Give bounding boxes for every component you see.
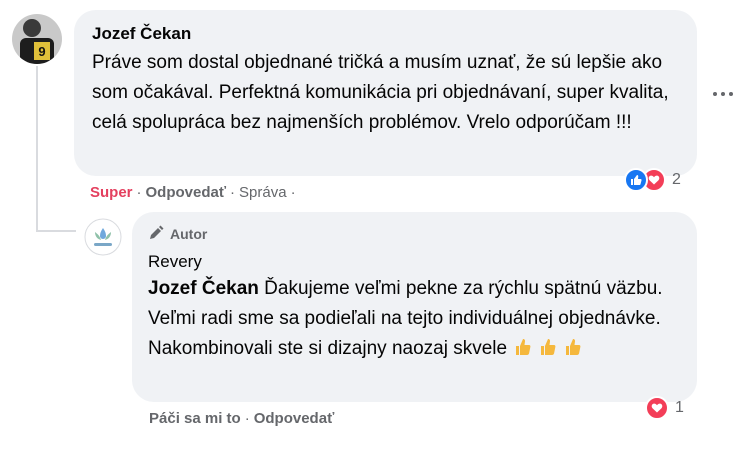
love-icon xyxy=(645,396,669,420)
comment-reactions[interactable]: 2 xyxy=(624,166,681,194)
mention-link[interactable]: Jozef Čekan xyxy=(148,278,259,299)
reply-bubble: Autor Revery Jozef Čekan Ďakujeme veľmi … xyxy=(132,212,697,402)
more-options-icon[interactable] xyxy=(713,84,737,104)
author-badge-label: Autor xyxy=(170,226,208,242)
reply-button[interactable]: Odpovedať xyxy=(254,410,335,427)
thumbs-up-icon xyxy=(537,337,557,357)
avatar-commenter[interactable]: 9 xyxy=(12,14,62,64)
reply-reactions[interactable]: 1 xyxy=(645,394,684,422)
comment-actions: Super · Odpovedať · Správa · xyxy=(90,184,300,201)
super-reaction-button[interactable]: Super xyxy=(90,184,133,201)
reaction-count: 1 xyxy=(675,399,684,416)
thumbs-up-icon xyxy=(512,337,532,357)
message-button[interactable]: Správa xyxy=(239,184,287,201)
thread-connector xyxy=(36,230,76,232)
like-button[interactable]: Páči sa mi to xyxy=(149,410,241,427)
comment-bubble: Jozef Čekan Práve som dostal objednané t… xyxy=(74,10,697,176)
separator: · xyxy=(244,410,250,427)
like-icon xyxy=(624,168,648,192)
comment-author[interactable]: Jozef Čekan xyxy=(92,22,679,46)
separator: · xyxy=(290,184,296,201)
avatar-page-revery[interactable] xyxy=(84,218,122,256)
thread-line xyxy=(36,66,38,232)
reply-button[interactable]: Odpovedať xyxy=(146,184,227,201)
pencil-icon xyxy=(148,225,164,244)
author-badge: Autor xyxy=(148,224,681,244)
reply-text: Jozef Čekan Ďakujeme veľmi pekne za rých… xyxy=(148,274,681,364)
comment-text: Práve som dostal objednané tričká a musí… xyxy=(92,52,669,133)
reply-actions: Páči sa mi to · Odpovedať xyxy=(149,410,334,427)
svg-text:9: 9 xyxy=(38,44,45,59)
separator: · xyxy=(230,184,236,201)
separator: · xyxy=(136,184,142,201)
reaction-count: 2 xyxy=(672,171,681,188)
reply-author[interactable]: Revery xyxy=(148,250,681,274)
thumbs-up-icon xyxy=(562,337,582,357)
